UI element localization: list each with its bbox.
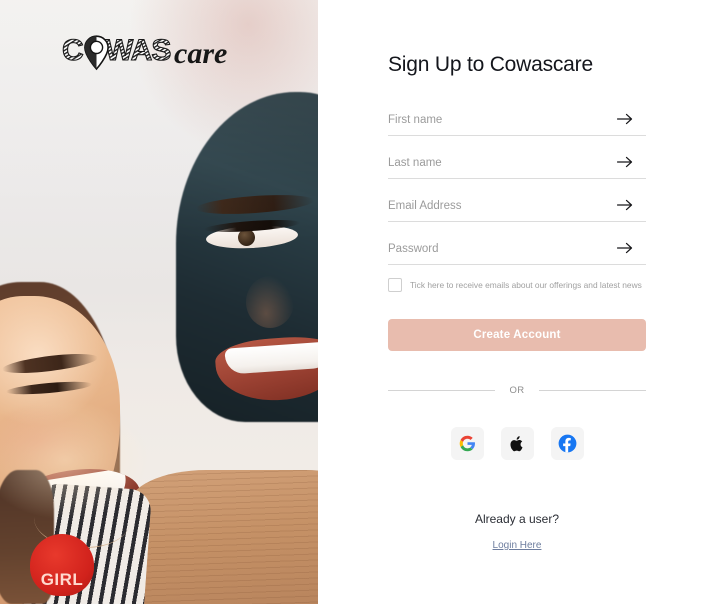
last-name-arrow-button[interactable] bbox=[616, 153, 634, 171]
social-login-row bbox=[388, 427, 646, 460]
google-login-button[interactable] bbox=[450, 427, 484, 460]
divider-line-left bbox=[388, 390, 496, 391]
google-icon bbox=[459, 435, 475, 452]
facebook-icon bbox=[558, 434, 576, 453]
logo-care-word: care bbox=[174, 37, 227, 70]
apple-login-button[interactable] bbox=[500, 427, 534, 460]
create-account-button[interactable]: Create Account bbox=[388, 319, 646, 351]
photo-girl-badge: GIRL bbox=[30, 534, 94, 596]
email-field[interactable] bbox=[388, 196, 646, 222]
apple-icon bbox=[510, 435, 523, 451]
form-fields bbox=[388, 110, 646, 265]
already-user-text: Already a user? bbox=[474, 512, 560, 526]
password-arrow-button[interactable] bbox=[616, 239, 634, 257]
email-input[interactable] bbox=[388, 196, 598, 216]
facebook-login-button[interactable] bbox=[550, 427, 584, 460]
email-arrow-button[interactable] bbox=[616, 196, 634, 214]
logo-artwork: C WAS care bbox=[62, 33, 227, 71]
hero-photo-panel: GIRL C WAS care bbox=[0, 0, 318, 604]
password-input[interactable] bbox=[388, 239, 598, 259]
photo-tan-top-garment bbox=[128, 470, 318, 604]
first-name-input[interactable] bbox=[388, 110, 598, 130]
consent-checkbox[interactable] bbox=[388, 278, 402, 292]
login-here-link[interactable]: Login Here bbox=[388, 540, 646, 551]
arrow-right-icon bbox=[617, 156, 633, 168]
arrow-right-icon bbox=[617, 199, 633, 211]
photo-girl-badge-text: GIRL bbox=[40, 570, 84, 589]
password-field[interactable] bbox=[388, 239, 646, 265]
photo-person-right-teeth bbox=[224, 341, 318, 375]
first-name-arrow-button[interactable] bbox=[616, 110, 634, 128]
photo-person-right-nose bbox=[246, 276, 294, 328]
divider-line-right bbox=[538, 390, 646, 391]
svg-text:C: C bbox=[62, 34, 83, 67]
svg-text:WAS: WAS bbox=[105, 34, 170, 67]
last-name-field[interactable] bbox=[388, 153, 646, 179]
last-name-input[interactable] bbox=[388, 153, 598, 173]
arrow-right-icon bbox=[617, 242, 633, 254]
consent-label: Tick here to receive emails about our of… bbox=[410, 280, 642, 290]
arrow-right-icon bbox=[617, 113, 633, 125]
divider-label: OR bbox=[509, 385, 525, 396]
signup-form: Sign Up to Cowascare First name Last nam… bbox=[388, 0, 646, 551]
first-name-field[interactable] bbox=[388, 110, 646, 136]
consent-row[interactable]: Tick here to receive emails about our of… bbox=[388, 278, 646, 292]
page-title: Sign Up to Cowascare bbox=[388, 53, 593, 76]
or-divider: OR bbox=[388, 385, 646, 396]
cowascare-logo: C WAS care bbox=[62, 30, 248, 76]
signup-form-panel: Sign Up to Cowascare First name Last nam… bbox=[318, 0, 720, 604]
